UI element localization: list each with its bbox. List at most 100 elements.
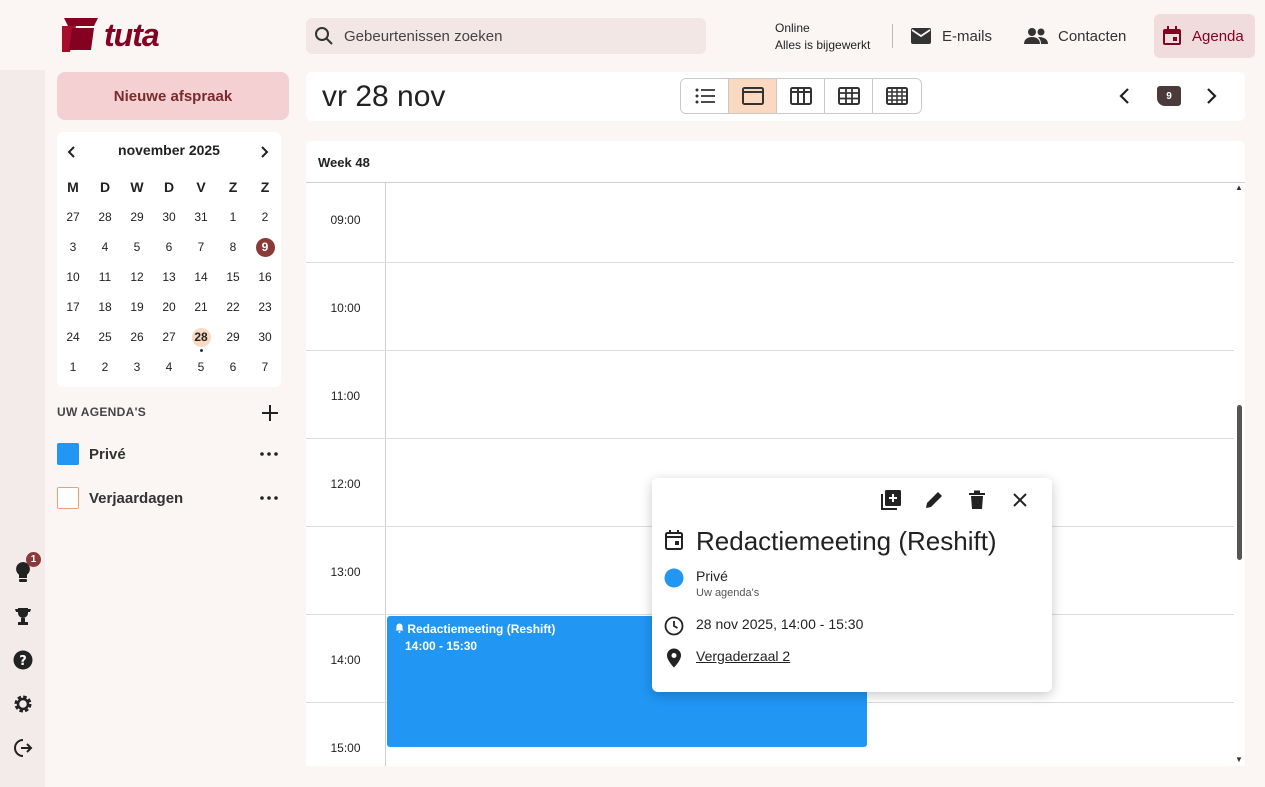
edit-button[interactable] [922,488,946,512]
calendar-day-number: 18 [98,300,112,314]
calendar-day[interactable]: 2 [249,206,281,228]
add-agenda-button[interactable] [259,402,281,424]
tuta-logo[interactable]: tuta [60,16,160,54]
logout-icon [14,739,33,757]
calendar-day[interactable]: 28 [89,206,121,228]
calendar-day[interactable]: 26 [121,326,153,348]
today-button[interactable]: 9 [1157,86,1181,106]
previous-day-button[interactable] [1112,84,1136,108]
delete-button[interactable] [965,488,989,512]
calendar-day[interactable]: 12 [121,266,153,288]
hour-label: 14:00 [330,653,361,667]
scroll-up-arrow[interactable]: ▲ [1235,183,1243,192]
next-day-button[interactable] [1200,84,1224,108]
calendar-day[interactable]: 11 [89,266,121,288]
mini-calendar: november 2025 M D W D V Z Z 27 28 29 30 31 1 2 3 4 5 6 7 8 9… [57,132,281,387]
calendar-day[interactable]: 15 [217,266,249,288]
calendar-day[interactable]: 29 [121,206,153,228]
calendar-day-number: 1 [69,360,77,374]
calendar-day[interactable]: 19 [121,296,153,318]
calendar-day[interactable]: 23 [249,296,281,318]
calendar-day[interactable]: 21 [185,296,217,318]
agenda-color-swatch[interactable] [57,487,79,509]
nav-contacts[interactable]: Contacten [1016,14,1134,58]
calendar-day-number: 25 [98,330,112,344]
calendar-day[interactable]: 4 [153,356,185,378]
agenda-item-prive[interactable]: Privé [57,442,283,466]
calendar-day[interactable]: 3 [57,236,89,258]
chevron-right-icon [261,146,269,158]
agenda-item-verjaardagen[interactable]: Verjaardagen [57,486,283,510]
weekday-label: M [67,179,79,195]
calendar-day[interactable]: 5 [185,356,217,378]
calendar-day[interactable]: 9 [249,236,281,258]
calendar-day[interactable]: 20 [153,296,185,318]
calendar-day[interactable]: 25 [89,326,121,348]
svg-text:?: ? [19,654,27,669]
mini-calendar-next[interactable] [255,142,275,162]
calendar-day-number: 26 [130,330,144,344]
calendar-day[interactable]: 6 [217,356,249,378]
help-button[interactable]: ? [11,648,35,672]
calendar-day[interactable]: 27 [153,326,185,348]
calendar-day[interactable]: 14 [185,266,217,288]
search-bar[interactable] [306,18,706,54]
sync-status: Online Alles is bijgewerkt [775,20,870,54]
calendar-day-number: 16 [258,270,272,284]
calendar-day[interactable]: 22 [217,296,249,318]
day-view-icon [741,87,764,105]
trash-icon [969,490,985,509]
calendar-day[interactable]: 3 [121,356,153,378]
view-week[interactable] [777,79,825,113]
scrollbar-thumb[interactable] [1237,405,1242,560]
trophy-button[interactable] [11,604,35,628]
online-status: Online [775,21,810,35]
lightbulb-button[interactable]: 1 [11,552,41,584]
calendar-day[interactable]: 24 [57,326,89,348]
popup-location-link[interactable]: Vergaderzaal 2 [696,648,790,664]
logout-button[interactable] [11,736,35,760]
calendar-day[interactable]: 30 [249,326,281,348]
new-appointment-button[interactable]: Nieuwe afspraak [57,72,289,120]
calendar-day-number: 4 [165,360,173,374]
calendar-day[interactable]: 2 [89,356,121,378]
settings-button[interactable] [11,692,35,716]
calendar-day[interactable]: 17 [57,296,89,318]
weekday-header-row: MDWDVZZ [57,172,281,202]
calendar-day[interactable]: 6 [153,236,185,258]
calendar-day-number: 7 [197,240,205,254]
calendar-day[interactable]: 5 [121,236,153,258]
search-input[interactable] [344,27,684,45]
popup-title: Redactiemeeting (Reshift) [696,526,997,556]
calendar-day[interactable]: 7 [249,356,281,378]
popup-toolbar [879,488,1032,512]
calendar-day[interactable]: 4 [89,236,121,258]
view-agenda-list[interactable] [681,79,729,113]
calendar-day[interactable]: 8 [217,236,249,258]
calendar-day[interactable]: 1 [57,356,89,378]
calendar-day[interactable]: 1 [217,206,249,228]
calendar-day[interactable]: 13 [153,266,185,288]
calendar-day[interactable]: 30 [153,206,185,228]
scroll-down-arrow[interactable]: ▼ [1235,755,1243,764]
hour-gridline [306,350,1234,351]
calendar-day[interactable]: 16 [249,266,281,288]
agenda-more-button[interactable] [259,444,279,464]
close-button[interactable] [1008,488,1032,512]
nav-emails[interactable]: E-mails [902,14,1000,58]
calendar-day[interactable]: 7 [185,236,217,258]
agenda-more-button[interactable] [259,488,279,508]
calendar-day[interactable]: 29 [217,326,249,348]
popup-time-icon-box [664,616,684,636]
duplicate-button[interactable] [879,488,903,512]
view-year[interactable] [873,79,921,113]
calendar-day[interactable]: 28 [185,326,217,352]
view-month[interactable] [825,79,873,113]
calendar-day[interactable]: 27 [57,206,89,228]
calendar-day[interactable]: 31 [185,206,217,228]
view-day[interactable] [729,79,777,113]
agenda-color-swatch[interactable] [57,443,79,465]
nav-agenda[interactable]: Agenda [1154,14,1255,58]
calendar-day[interactable]: 10 [57,266,89,288]
calendar-day[interactable]: 18 [89,296,121,318]
